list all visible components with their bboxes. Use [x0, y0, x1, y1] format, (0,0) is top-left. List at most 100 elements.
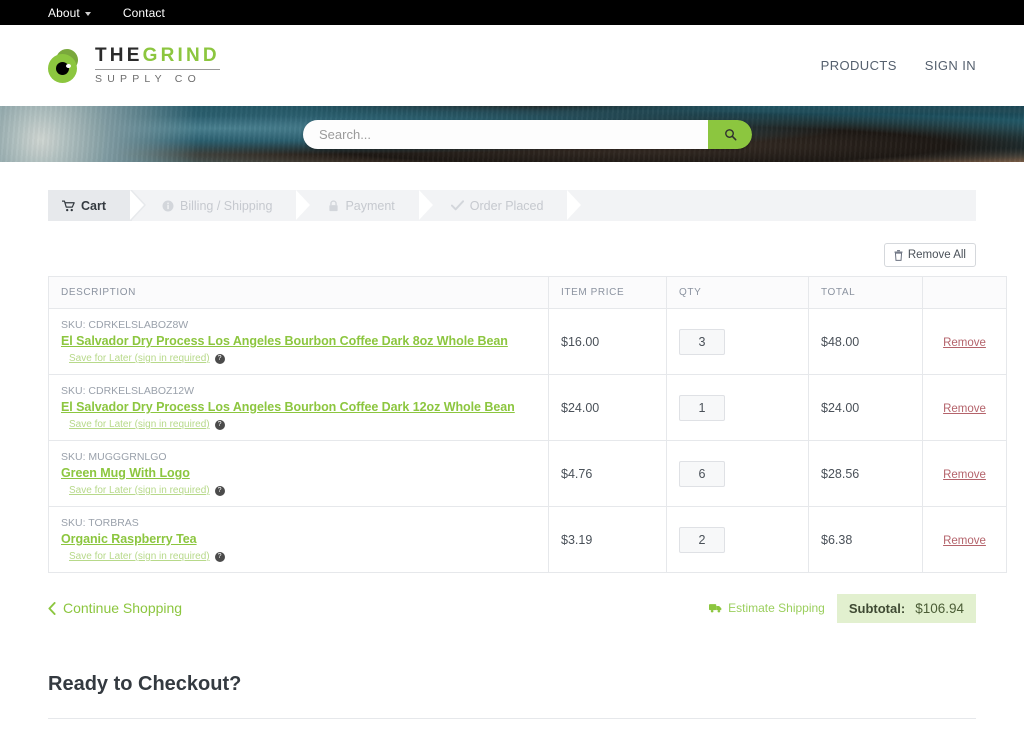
column-header-description: DESCRIPTION [48, 276, 549, 309]
step-cart[interactable]: Cart [48, 190, 147, 221]
remove-item-link[interactable]: Remove [943, 535, 986, 547]
logo-the: THE [95, 45, 143, 67]
estimate-shipping-link[interactable]: Estimate Shipping [709, 601, 825, 615]
logo-wordmark: THEGRIND SUPPLY CO [95, 46, 220, 85]
quantity-stepper[interactable]: 6 [679, 460, 725, 487]
logo-line-primary: THEGRIND [95, 45, 220, 71]
product-name-link[interactable]: El Salvador Dry Process Los Angeles Bour… [61, 400, 515, 414]
product-sku: SKU: MUGGGRNLGO [61, 451, 167, 463]
product-name-link[interactable]: El Salvador Dry Process Los Angeles Bour… [61, 334, 508, 348]
cell-qty: 2 [666, 506, 809, 573]
continue-shopping-label: Continue Shopping [63, 600, 183, 616]
remove-all-button[interactable]: Remove All [883, 243, 976, 267]
cart-table: DESCRIPTION ITEM PRICE QTY TOTAL SKU: CD… [48, 276, 1007, 573]
cart-header-row: DESCRIPTION ITEM PRICE QTY TOTAL [48, 276, 1007, 309]
quantity-stepper[interactable]: 3 [679, 328, 725, 355]
product-name-link[interactable]: Organic Raspberry Tea [61, 532, 197, 546]
remove-item-link[interactable]: Remove [943, 403, 986, 415]
cell-actions: Remove [922, 308, 1007, 375]
utility-navbar: About Contact [0, 0, 1024, 25]
truck-icon [709, 604, 722, 613]
site-header: THEGRIND SUPPLY CO PRODUCTS SIGN IN [0, 25, 1024, 106]
check-icon [450, 200, 464, 211]
logo-line-secondary: SUPPLY CO [95, 73, 201, 86]
remove-item-link[interactable]: Remove [943, 469, 986, 481]
subtotal-box: Subtotal: $106.94 [836, 593, 976, 623]
step-payment[interactable]: Payment [314, 190, 435, 221]
nav-item-products[interactable]: PRODUCTS [821, 58, 897, 73]
step-payment-label: Payment [345, 198, 395, 213]
section-divider [48, 718, 976, 719]
subtotal-value: $106.94 [915, 600, 964, 616]
page-title: Ready to Checkout? [48, 673, 242, 695]
question-mark-icon[interactable]: ? [214, 419, 225, 430]
topbar-item-contact[interactable]: Contact [123, 6, 165, 20]
column-header-actions [922, 276, 1007, 309]
cell-total: $48.00 [808, 308, 923, 375]
remove-all-label: Remove All [907, 249, 966, 261]
cell-item-price: $16.00 [548, 308, 667, 375]
quantity-stepper[interactable]: 2 [679, 526, 725, 553]
logo-grind: GRIND [142, 45, 220, 67]
save-for-later-link[interactable]: Save for Later (sign in required) [69, 353, 210, 364]
primary-nav: PRODUCTS SIGN IN [821, 58, 976, 73]
lock-icon [329, 199, 339, 211]
search-button[interactable] [708, 120, 752, 149]
question-mark-icon[interactable]: ? [214, 485, 225, 496]
step-cart-label: Cart [81, 198, 107, 213]
topbar-item-about-label: About [48, 5, 80, 20]
search-input[interactable] [303, 120, 708, 149]
step-order-placed-label: Order Placed [469, 198, 544, 213]
continue-shopping-link[interactable]: Continue Shopping [48, 600, 182, 616]
product-sku: SKU: CDRKELSLABOZ8W [61, 319, 189, 331]
column-header-qty: QTY [666, 276, 809, 309]
cell-actions: Remove [922, 506, 1007, 573]
nav-item-sign-in[interactable]: SIGN IN [925, 58, 976, 73]
cell-item-price: $3.19 [548, 506, 667, 573]
step-billing-shipping[interactable]: Billing / Shipping [148, 190, 313, 221]
cart-footer: Continue Shopping Estimate Shipping Subt… [48, 593, 976, 623]
product-name-link[interactable]: Green Mug With Logo [61, 466, 190, 480]
remove-item-link[interactable]: Remove [943, 337, 986, 349]
table-row: SKU: CDRKELSLABOZ8W El Salvador Dry Proc… [48, 308, 1007, 375]
product-sku: SKU: TORBRAS [61, 517, 139, 529]
cell-item-price: $24.00 [548, 374, 667, 441]
save-for-later-row: Save for Later (sign in required) ? [61, 485, 536, 496]
hero-banner [0, 106, 1024, 162]
table-row: SKU: MUGGGRNLGO Green Mug With Logo Save… [48, 440, 1007, 507]
cell-total: $24.00 [808, 374, 923, 441]
cart-table-body: SKU: CDRKELSLABOZ8W El Salvador Dry Proc… [48, 308, 1007, 573]
site-logo[interactable]: THEGRIND SUPPLY CO [48, 46, 220, 85]
subtotal-label: Subtotal: [848, 600, 906, 616]
cell-actions: Remove [922, 374, 1007, 441]
save-for-later-link[interactable]: Save for Later (sign in required) [69, 419, 210, 430]
step-billing-shipping-label: Billing / Shipping [180, 198, 273, 213]
coffee-bean-logo-icon [48, 46, 84, 83]
cell-description: SKU: MUGGGRNLGO Green Mug With Logo Save… [48, 440, 549, 507]
save-for-later-row: Save for Later (sign in required) ? [61, 551, 536, 562]
cell-description: SKU: CDRKELSLABOZ12W El Salvador Dry Pro… [48, 374, 549, 441]
info-icon [162, 200, 174, 211]
trash-icon [894, 249, 903, 261]
cell-item-price: $4.76 [548, 440, 667, 507]
topbar-item-contact-label: Contact [122, 5, 165, 20]
cell-actions: Remove [922, 440, 1007, 507]
column-header-item-price: ITEM PRICE [548, 276, 667, 309]
save-for-later-link[interactable]: Save for Later (sign in required) [69, 551, 210, 562]
checkout-progress-steps: Cart Billing / Shipping Payment Order Pl… [48, 190, 976, 221]
chevron-left-icon [48, 601, 56, 615]
save-for-later-link[interactable]: Save for Later (sign in required) [69, 485, 210, 496]
question-mark-icon[interactable]: ? [214, 353, 225, 364]
save-for-later-row: Save for Later (sign in required) ? [61, 353, 536, 364]
quantity-stepper[interactable]: 1 [679, 394, 725, 421]
cell-qty: 6 [666, 440, 809, 507]
table-row: SKU: CDRKELSLABOZ12W El Salvador Dry Pro… [48, 374, 1007, 441]
column-header-total: TOTAL [808, 276, 923, 309]
step-order-placed[interactable]: Order Placed [437, 190, 584, 221]
cell-qty: 3 [666, 308, 809, 375]
estimate-shipping-label: Estimate Shipping [728, 601, 825, 615]
topbar-item-about[interactable]: About [48, 6, 91, 20]
chevron-down-icon [84, 11, 91, 16]
save-for-later-row: Save for Later (sign in required) ? [61, 419, 536, 430]
question-mark-icon[interactable]: ? [214, 551, 225, 562]
